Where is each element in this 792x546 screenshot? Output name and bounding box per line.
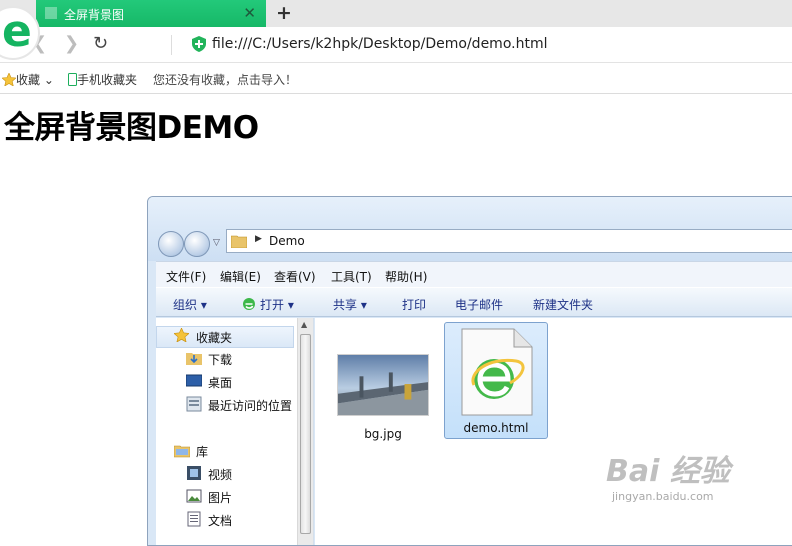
file-demo-html-selected: demo.html	[444, 322, 548, 439]
bookmark-favorites-label: 收藏	[16, 73, 41, 87]
tab-close-icon[interactable]: ✕	[243, 4, 256, 22]
cmd-print: 打印	[402, 298, 427, 312]
mobile-icon	[68, 73, 77, 86]
watermark-url: jingyan.baidu.com	[612, 490, 714, 503]
page-title: 全屏背景图DEMO	[4, 110, 259, 146]
file-name: demo.html	[463, 421, 529, 435]
bookmarks-bar: 收藏 ⌄ 手机收藏夹 您还没有收藏，点击导入！	[0, 63, 792, 94]
page-favicon-icon	[45, 7, 57, 19]
cmd-organize: 组织 ▾	[173, 298, 207, 312]
nav-videos-label: 视频	[208, 468, 233, 482]
security-shield-icon[interactable]	[192, 36, 206, 52]
bookmark-favorites[interactable]: 收藏 ⌄	[1, 71, 54, 88]
star-icon	[1, 72, 17, 87]
file-bg-jpg: bg.jpg	[331, 354, 435, 441]
explorer-address: ▶ Demo	[226, 229, 792, 253]
forward-button[interactable]: ❯	[64, 33, 79, 54]
cmd-open-label: 打开 ▾	[260, 298, 294, 312]
recent-places-icon	[186, 396, 202, 412]
explorer-nav-pane: 收藏夹 下载 桌面 最近访问的位置 库 视频 图片 文档 ▲	[156, 318, 314, 545]
bookmark-mobile-label: 手机收藏夹	[77, 73, 138, 87]
menu-file: 文件(F)	[166, 270, 207, 284]
menu-edit: 编辑(E)	[220, 270, 261, 284]
menu-view: 查看(V)	[274, 270, 316, 284]
menu-help: 帮助(H)	[385, 270, 428, 284]
nav-downloads-label: 下载	[208, 353, 233, 367]
menu-tools: 工具(T)	[331, 270, 372, 284]
url-input[interactable]: file:///C:/Users/k2hpk/Desktop/Demo/demo…	[212, 36, 547, 52]
bookmark-import-hint[interactable]: 您还没有收藏，点击导入！	[153, 71, 297, 88]
breadcrumb-arrow-icon: ▶	[255, 234, 262, 244]
explorer-command-bar: 组织 ▾ 打开 ▾ 共享 ▾ 打印 电子邮件 新建文件夹	[156, 287, 792, 317]
nav-recent-label: 最近访问的位置	[208, 399, 293, 413]
nav-libraries-label: 库	[196, 445, 209, 459]
nav-desktop-label: 桌面	[208, 376, 233, 390]
explorer-menubar: 文件(F) 编辑(E) 查看(V) 工具(T) 帮助(H)	[156, 261, 792, 287]
new-tab-button[interactable]: +	[276, 2, 292, 24]
baidu-watermark: Bai 经验 jingyan.baidu.com	[606, 446, 766, 510]
address-bar: ❮ ❯ ↻ file:///C:/Users/k2hpk/Desktop/Dem…	[0, 27, 792, 63]
address-separator	[171, 35, 172, 55]
ie-icon	[243, 298, 255, 310]
image-thumbnail-icon	[337, 354, 429, 416]
breadcrumb: Demo	[269, 234, 305, 248]
nav-pictures-label: 图片	[208, 491, 233, 505]
tab-active[interactable]: 全屏背景图 ✕	[36, 0, 266, 27]
nav-documents-label: 文档	[208, 514, 233, 528]
video-icon	[187, 466, 201, 480]
reload-button[interactable]: ↻	[93, 33, 108, 54]
cmd-email: 电子邮件	[455, 298, 504, 312]
cmd-share: 共享 ▾	[333, 298, 367, 312]
star-icon	[174, 328, 189, 342]
watermark-text: Bai 经验	[606, 454, 730, 489]
downloads-folder-icon	[186, 353, 202, 365]
cmd-open: 打开 ▾	[242, 296, 294, 313]
pictures-icon	[186, 489, 202, 503]
tab-title: 全屏背景图	[64, 8, 125, 22]
bookmark-mobile[interactable]: 手机收藏夹	[68, 71, 137, 88]
nav-favorites-label: 收藏夹	[196, 331, 233, 345]
explorer-back-icon	[158, 231, 184, 257]
library-icon	[174, 445, 190, 458]
cmd-new-folder: 新建文件夹	[533, 298, 594, 312]
tab-bar: 全屏背景图 ✕ +	[0, 0, 792, 27]
folder-icon	[231, 235, 247, 248]
desktop-icon	[186, 374, 202, 387]
explorer-file-list: bg.jpg demo.html	[315, 318, 792, 545]
nav-scrollbar: ▲	[297, 318, 313, 545]
scroll-up-icon: ▲	[301, 320, 308, 329]
file-name: bg.jpg	[364, 427, 402, 441]
explorer-forward-icon	[184, 231, 210, 257]
documents-icon	[187, 511, 201, 527]
html-document-icon	[461, 328, 533, 416]
explorer-history-icon: ▽	[213, 238, 220, 248]
scroll-thumb	[300, 334, 311, 534]
